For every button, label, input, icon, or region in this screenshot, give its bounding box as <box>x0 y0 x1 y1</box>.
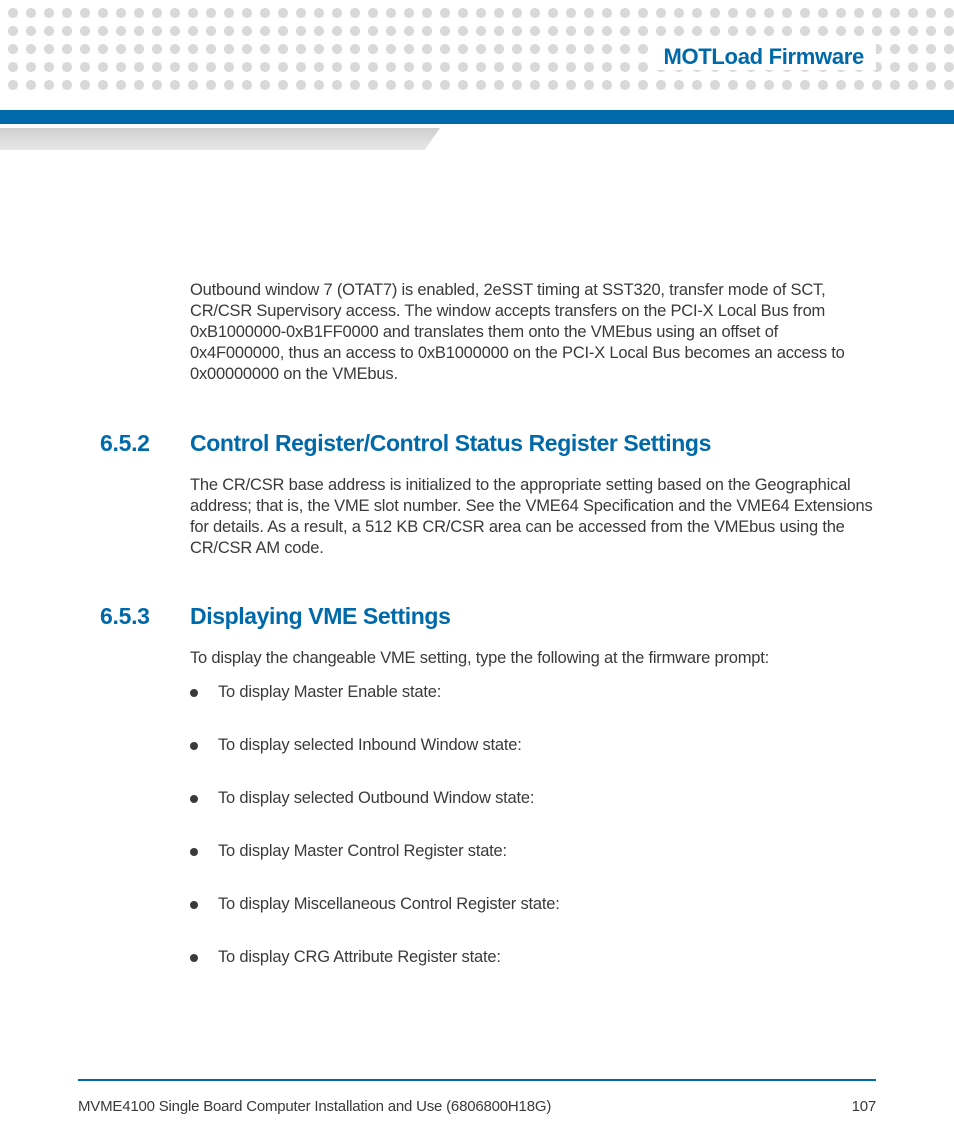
running-header-title: MOTLoad Firmware <box>663 44 864 69</box>
section-body: To display the changeable VME setting, t… <box>190 648 874 669</box>
header-blue-bar <box>0 110 954 124</box>
list-item: To display Master Enable state: <box>190 683 874 702</box>
list-item: To display Miscellaneous Control Registe… <box>190 895 874 914</box>
page-content: Outbound window 7 (OTAT7) is enabled, 2e… <box>100 280 874 1001</box>
page-footer: MVME4100 Single Board Computer Installat… <box>78 1098 876 1115</box>
list-item: To display Master Control Register state… <box>190 842 874 861</box>
header-grey-wedge <box>0 128 440 150</box>
section-title: Control Register/Control Status Register… <box>190 430 711 457</box>
intro-paragraph: Outbound window 7 (OTAT7) is enabled, 2e… <box>190 280 874 386</box>
header-title-wrap: MOTLoad Firmware <box>651 44 876 70</box>
section-6-5-3: 6.5.3 Displaying VME Settings To display… <box>100 603 874 967</box>
section-number: 6.5.3 <box>100 603 162 630</box>
list-item: To display selected Outbound Window stat… <box>190 789 874 808</box>
footer-page-number: 107 <box>852 1098 876 1115</box>
section-body: The CR/CSR base address is initialized t… <box>190 475 874 559</box>
footer-doc-title: MVME4100 Single Board Computer Installat… <box>78 1098 551 1115</box>
section-heading: 6.5.3 Displaying VME Settings <box>100 603 874 630</box>
list-item: To display CRG Attribute Register state: <box>190 948 874 967</box>
section-6-5-2: 6.5.2 Control Register/Control Status Re… <box>100 430 874 559</box>
section-title: Displaying VME Settings <box>190 603 450 630</box>
list-item: To display selected Inbound Window state… <box>190 736 874 755</box>
section-heading: 6.5.2 Control Register/Control Status Re… <box>100 430 874 457</box>
section-number: 6.5.2 <box>100 430 162 457</box>
bullet-list: To display Master Enable state: To displ… <box>190 683 874 967</box>
footer-rule <box>78 1079 876 1081</box>
